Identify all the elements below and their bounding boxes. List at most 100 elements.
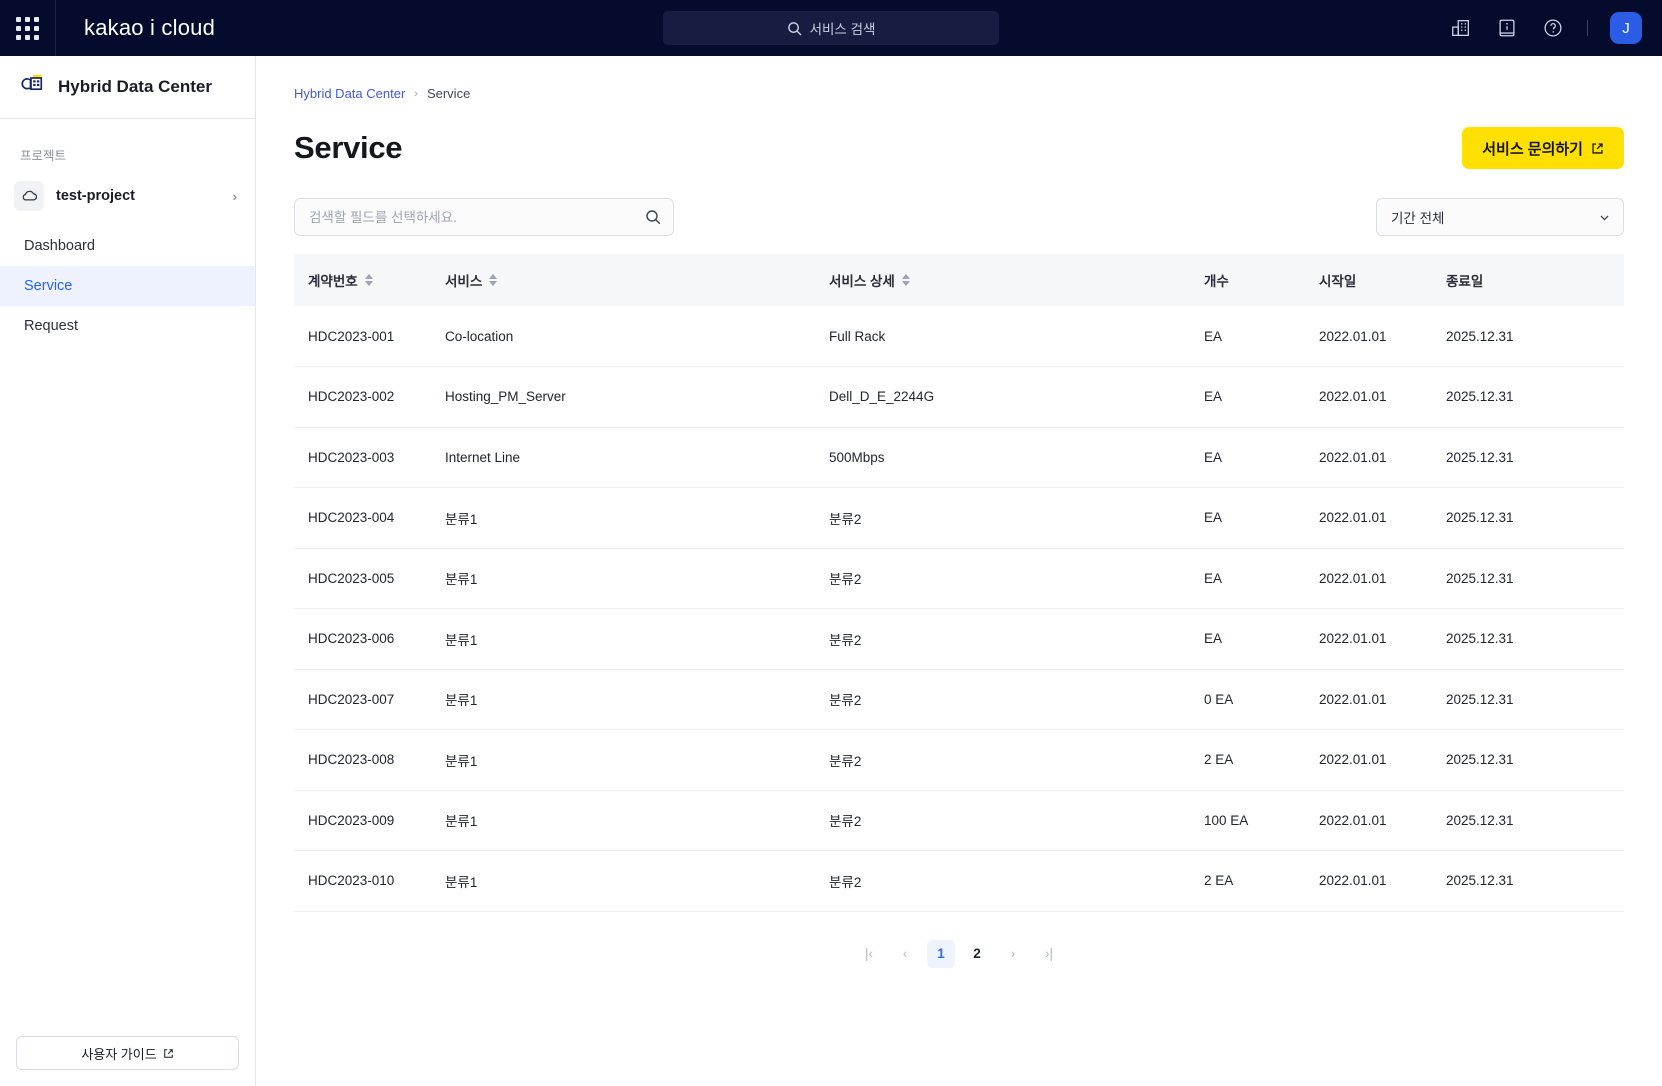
- search-icon[interactable]: [645, 209, 661, 225]
- sidebar-title: Hybrid Data Center: [58, 77, 212, 96]
- cell-service: 분류1: [431, 790, 815, 851]
- period-filter-select[interactable]: 기간 전체: [1376, 198, 1624, 236]
- info-book-icon[interactable]: [1495, 16, 1519, 40]
- cell-service-detail: 분류2: [815, 548, 1190, 609]
- external-link-icon: [1592, 142, 1603, 154]
- sort-toggle-icon[interactable]: [364, 274, 373, 286]
- table-row[interactable]: HDC2023-005 분류1 분류2 EA 2022.01.01 2025.1…: [294, 548, 1624, 609]
- user-guide-button[interactable]: 사용자 가이드: [16, 1036, 239, 1070]
- cell-start-date: 2022.01.01: [1305, 729, 1432, 791]
- help-circle-icon[interactable]: [1541, 16, 1565, 40]
- global-header: kakao i cloud 서비스 검색 J: [0, 0, 1662, 56]
- cell-count: 0 EA: [1190, 669, 1305, 730]
- breadcrumb: Hybrid Data Center › Service: [294, 56, 1624, 101]
- cell-end-date: 2025.12.31: [1432, 669, 1624, 730]
- table-row[interactable]: HDC2023-002 Hosting_PM_Server Dell_D_E_2…: [294, 366, 1624, 428]
- app-root: kakao i cloud 서비스 검색 J Hybrid Data Cente…: [0, 0, 1662, 1086]
- cell-contract-number: HDC2023-010: [294, 850, 431, 912]
- sidebar-item-dashboard[interactable]: Dashboard: [0, 226, 255, 266]
- sidebar-item-service[interactable]: Service: [0, 266, 255, 306]
- cell-service: Internet Line: [431, 427, 815, 488]
- cloud-icon: [14, 181, 44, 211]
- cell-end-date: 2025.12.31: [1432, 850, 1624, 912]
- header-divider: [1587, 20, 1588, 36]
- cell-service-detail: Dell_D_E_2244G: [815, 366, 1190, 428]
- table-header: 계약번호 서비스 서비스 상세 개수 시작일 종료일: [294, 254, 1624, 306]
- cell-service-detail: 분류2: [815, 669, 1190, 730]
- avatar[interactable]: J: [1610, 12, 1642, 44]
- sort-toggle-icon[interactable]: [489, 274, 498, 286]
- chevron-down-icon: [1600, 215, 1609, 220]
- cell-contract-number: HDC2023-006: [294, 608, 431, 670]
- cell-count: EA: [1190, 366, 1305, 428]
- search-input[interactable]: [309, 209, 645, 225]
- table-row[interactable]: HDC2023-006 분류1 분류2 EA 2022.01.01 2025.1…: [294, 608, 1624, 670]
- cell-count: 2 EA: [1190, 850, 1305, 912]
- field-search-box[interactable]: [294, 198, 674, 236]
- breadcrumb-root[interactable]: Hybrid Data Center: [294, 86, 405, 101]
- table-row[interactable]: HDC2023-009 분류1 분류2 100 EA 2022.01.01 20…: [294, 790, 1624, 851]
- cell-service-detail: 분류2: [815, 790, 1190, 851]
- sidebar-item-request[interactable]: Request: [0, 306, 255, 346]
- cell-end-date: 2025.12.31: [1432, 790, 1624, 851]
- cell-service: Co-location: [431, 306, 815, 367]
- cell-service: 분류1: [431, 487, 815, 549]
- cell-start-date: 2022.01.01: [1305, 790, 1432, 851]
- column-header-service-detail[interactable]: 서비스 상세: [815, 254, 1190, 306]
- pagination-page-1[interactable]: 1: [927, 939, 955, 968]
- table-row[interactable]: HDC2023-007 분류1 분류2 0 EA 2022.01.01 2025…: [294, 669, 1624, 730]
- sidebar-footer: 사용자 가이드: [0, 1020, 255, 1086]
- search-icon: [787, 21, 801, 35]
- cell-end-date: 2025.12.31: [1432, 729, 1624, 791]
- table-row[interactable]: HDC2023-010 분류1 분류2 2 EA 2022.01.01 2025…: [294, 850, 1624, 912]
- page-header: Service 서비스 문의하기: [294, 127, 1624, 169]
- brand-logo[interactable]: kakao i cloud: [84, 15, 215, 41]
- main-content: Hybrid Data Center › Service Service 서비스…: [256, 56, 1662, 1086]
- cell-count: EA: [1190, 548, 1305, 609]
- cell-start-date: 2022.01.01: [1305, 427, 1432, 488]
- sidebar-project-selector[interactable]: test-project ›: [0, 174, 255, 218]
- cell-end-date: 2025.12.31: [1432, 306, 1624, 367]
- grid-apps-icon: [16, 16, 39, 40]
- sidebar-nav: Dashboard Service Request: [0, 226, 255, 346]
- cell-start-date: 2022.01.01: [1305, 487, 1432, 549]
- cell-service: 분류1: [431, 608, 815, 670]
- global-search-placeholder: 서비스 검색: [809, 22, 876, 37]
- cell-service-detail: 분류2: [815, 487, 1190, 549]
- service-inquiry-button[interactable]: 서비스 문의하기: [1462, 127, 1624, 169]
- cell-count: EA: [1190, 487, 1305, 549]
- cell-contract-number: HDC2023-004: [294, 487, 431, 549]
- table-row[interactable]: HDC2023-004 분류1 분류2 EA 2022.01.01 2025.1…: [294, 487, 1624, 549]
- pagination-next-button[interactable]: ›: [999, 940, 1027, 968]
- column-label: 서비스: [445, 274, 483, 289]
- table-header-row: 계약번호 서비스 서비스 상세 개수 시작일 종료일: [294, 254, 1624, 306]
- sort-toggle-icon[interactable]: [901, 274, 910, 286]
- cell-count: EA: [1190, 306, 1305, 367]
- period-filter-value: 기간 전체: [1391, 211, 1445, 226]
- table-row[interactable]: HDC2023-001 Co-location Full Rack EA 202…: [294, 306, 1624, 367]
- cell-contract-number: HDC2023-007: [294, 669, 431, 730]
- apps-launcher-button[interactable]: [0, 0, 56, 56]
- pagination-page-2[interactable]: 2: [963, 940, 991, 968]
- page-title: Service: [294, 130, 403, 165]
- table-row[interactable]: HDC2023-003 Internet Line 500Mbps EA 202…: [294, 427, 1624, 488]
- sidebar-header[interactable]: Hybrid Data Center: [0, 56, 255, 119]
- column-header-contract-number[interactable]: 계약번호: [294, 254, 431, 306]
- pagination-prev-button[interactable]: ‹: [891, 940, 919, 968]
- cell-service-detail: 분류2: [815, 608, 1190, 670]
- sidebar-item-label: Service: [24, 278, 73, 294]
- cell-count: EA: [1190, 427, 1305, 488]
- chevron-right-icon: ›: [232, 188, 237, 204]
- pagination-first-button[interactable]: |‹: [855, 940, 883, 968]
- datacenter-icon[interactable]: [1449, 16, 1473, 40]
- cell-contract-number: HDC2023-009: [294, 790, 431, 851]
- cell-start-date: 2022.01.01: [1305, 608, 1432, 670]
- table-row[interactable]: HDC2023-008 분류1 분류2 2 EA 2022.01.01 2025…: [294, 729, 1624, 791]
- global-search[interactable]: 서비스 검색: [663, 11, 999, 45]
- hybrid-data-center-cloud-icon: [16, 71, 46, 104]
- cell-contract-number: HDC2023-003: [294, 427, 431, 488]
- pagination-last-button[interactable]: ›|: [1035, 940, 1063, 968]
- column-header-end-date: 종료일: [1432, 254, 1624, 306]
- column-header-service[interactable]: 서비스: [431, 254, 815, 306]
- sidebar-project-name: test-project: [56, 188, 135, 204]
